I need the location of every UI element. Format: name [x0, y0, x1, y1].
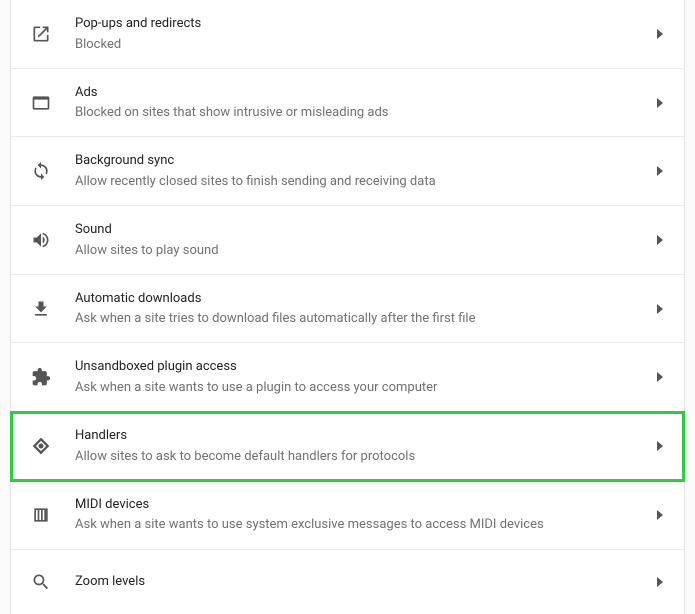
row-plugin[interactable]: Unsandboxed plugin access Ask when a sit… — [11, 343, 684, 412]
chevron-right-icon — [654, 165, 666, 177]
row-title: Zoom levels — [75, 572, 654, 592]
row-midi[interactable]: MIDI devices Ask when a site wants to us… — [11, 481, 684, 550]
row-title: Sound — [75, 220, 654, 240]
row-title: Automatic downloads — [75, 289, 654, 309]
row-title: Ads — [75, 83, 654, 103]
row-title: Background sync — [75, 151, 654, 171]
row-sub: Ask when a site tries to download files … — [75, 310, 654, 328]
row-title: Pop-ups and redirects — [75, 14, 654, 34]
row-text: Handlers Allow sites to ask to become de… — [75, 426, 654, 466]
row-sub: Allow sites to play sound — [75, 242, 654, 260]
zoom-icon — [29, 570, 53, 594]
row-text: Automatic downloads Ask when a site trie… — [75, 289, 654, 329]
download-icon — [29, 297, 53, 321]
row-text: Background sync Allow recently closed si… — [75, 151, 654, 191]
row-text: Zoom levels — [75, 572, 654, 592]
row-downloads[interactable]: Automatic downloads Ask when a site trie… — [11, 275, 684, 344]
handlers-icon — [29, 434, 53, 458]
row-text: Sound Allow sites to play sound — [75, 220, 654, 260]
row-sub: Blocked — [75, 36, 654, 54]
row-bg-sync[interactable]: Background sync Allow recently closed si… — [11, 137, 684, 206]
chevron-right-icon — [654, 28, 666, 40]
row-text: Unsandboxed plugin access Ask when a sit… — [75, 357, 654, 397]
row-sub: Ask when a site wants to use a plugin to… — [75, 379, 654, 397]
row-text: MIDI devices Ask when a site wants to us… — [75, 495, 654, 535]
settings-list: Pop-ups and redirects Blocked Ads Blocke… — [10, 0, 685, 614]
sync-icon — [29, 159, 53, 183]
row-handlers[interactable]: Handlers Allow sites to ask to become de… — [11, 412, 684, 481]
row-title: MIDI devices — [75, 495, 654, 515]
sound-icon — [29, 228, 53, 252]
row-sub: Allow sites to ask to become default han… — [75, 448, 654, 466]
row-text: Ads Blocked on sites that show intrusive… — [75, 83, 654, 123]
chevron-right-icon — [654, 440, 666, 452]
row-title: Unsandboxed plugin access — [75, 357, 654, 377]
chevron-right-icon — [654, 371, 666, 383]
row-sub: Ask when a site wants to use system excl… — [75, 516, 654, 534]
chevron-right-icon — [654, 97, 666, 109]
chevron-right-icon — [654, 509, 666, 521]
row-ads[interactable]: Ads Blocked on sites that show intrusive… — [11, 69, 684, 138]
open-in-new-icon — [29, 22, 53, 46]
chevron-right-icon — [654, 303, 666, 315]
row-sub: Blocked on sites that show intrusive or … — [75, 104, 654, 122]
row-popups[interactable]: Pop-ups and redirects Blocked — [11, 0, 684, 69]
row-sub: Allow recently closed sites to finish se… — [75, 173, 654, 191]
midi-icon — [29, 503, 53, 527]
row-text: Pop-ups and redirects Blocked — [75, 14, 654, 54]
window-icon — [29, 91, 53, 115]
chevron-right-icon — [654, 576, 666, 588]
puzzle-icon — [29, 365, 53, 389]
chevron-right-icon — [654, 234, 666, 246]
row-zoom[interactable]: Zoom levels — [11, 550, 684, 614]
row-title: Handlers — [75, 426, 654, 446]
row-sound[interactable]: Sound Allow sites to play sound — [11, 206, 684, 275]
